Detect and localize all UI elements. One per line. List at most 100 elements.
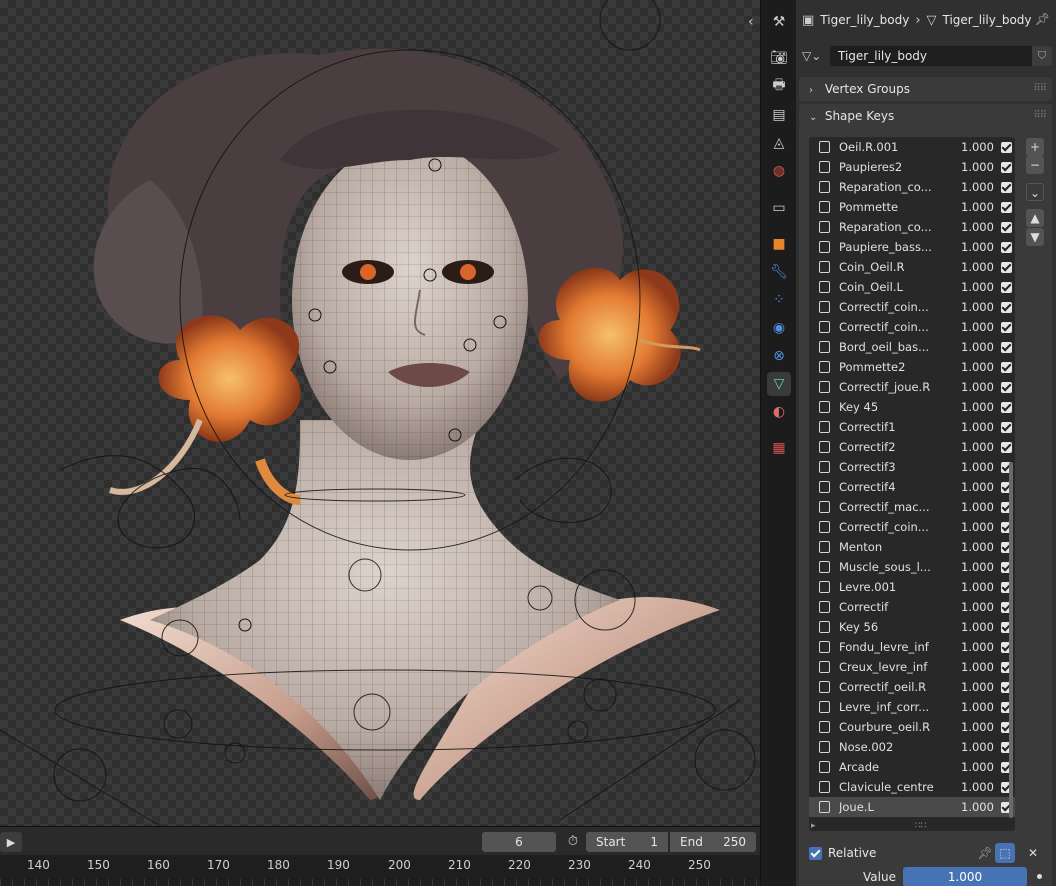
shape-key-name[interactable]: Courbure_oeil.R [839, 720, 949, 734]
shape-key-name[interactable]: Correctif_joue.R [839, 380, 949, 394]
shape-keys-panel-header[interactable]: ⌄ Shape Keys ⠿⠿ [799, 104, 1052, 128]
mute-checkbox[interactable] [1001, 201, 1012, 213]
shape-key-row[interactable]: Levre.001 1.000 [809, 577, 1015, 597]
keyframe-dot-icon[interactable] [1037, 874, 1042, 879]
material-tab-icon[interactable]: ◐ [767, 400, 791, 424]
list-scrollbar[interactable] [1009, 462, 1013, 818]
world-tab-icon[interactable]: ◍ [767, 159, 791, 183]
collection-tab-icon[interactable]: ▭ [767, 196, 791, 220]
shape-key-value[interactable]: 1.000 [949, 320, 1001, 334]
shape-key-name[interactable]: Clavicule_centre [839, 780, 949, 794]
shape-key-value[interactable]: 1.000 [949, 140, 1001, 154]
shape-key-value[interactable]: 1.000 [949, 400, 1001, 414]
shape-key-name[interactable]: Nose.002 [839, 740, 949, 754]
shape-key-row[interactable]: Reparation_co... 1.000 [809, 177, 1015, 197]
3d-viewport[interactable]: ‹ [0, 0, 760, 826]
shape-key-row[interactable]: Reparation_co... 1.000 [809, 217, 1015, 237]
value-slider[interactable]: 1.000 [903, 867, 1027, 886]
shape-key-row[interactable]: Key 45 1.000 [809, 397, 1015, 417]
shape-key-row[interactable]: Paupiere_bass... 1.000 [809, 237, 1015, 257]
shape-key-name[interactable]: Creux_levre_inf [839, 660, 949, 674]
clear-weights-icon[interactable]: ✕ [1023, 843, 1043, 863]
shape-key-value[interactable]: 1.000 [949, 500, 1001, 514]
shape-key-list[interactable]: Oeil.R.001 1.000 Paupieres2 1.000 Reparation… [809, 137, 1015, 831]
shape-key-row[interactable]: Correctif_coin... 1.000 [809, 517, 1015, 537]
specials-menu-button[interactable]: ⌄ [1026, 183, 1044, 201]
tool-tab-icon[interactable]: ⚒ [767, 10, 791, 34]
mute-checkbox[interactable] [1001, 381, 1012, 393]
shape-key-row[interactable]: Pommette2 1.000 [809, 357, 1015, 377]
shape-key-value[interactable]: 1.000 [949, 200, 1001, 214]
shape-key-row[interactable]: Correctif1 1.000 [809, 417, 1015, 437]
shape-key-value[interactable]: 1.000 [949, 680, 1001, 694]
shape-key-value[interactable]: 1.000 [949, 780, 1001, 794]
shape-key-value[interactable]: 1.000 [949, 240, 1001, 254]
shape-key-value[interactable]: 1.000 [949, 520, 1001, 534]
mute-checkbox[interactable] [1001, 181, 1012, 193]
shape-key-name[interactable]: Arcade [839, 760, 949, 774]
shape-key-row[interactable]: Oeil.R.001 1.000 [809, 137, 1015, 157]
shape-key-row[interactable]: Correctif 1.000 [809, 597, 1015, 617]
shape-key-value[interactable]: 1.000 [949, 620, 1001, 634]
shape-key-row[interactable]: Paupieres2 1.000 [809, 157, 1015, 177]
shape-key-name[interactable]: Muscle_sous_l... [839, 560, 949, 574]
resize-dots-icon[interactable]: ∷∷ [915, 821, 926, 831]
end-frame-field[interactable]: End 250 [670, 832, 756, 852]
shape-key-row[interactable]: Correctif_coin... 1.000 [809, 297, 1015, 317]
shape-key-name[interactable]: Correctif_coin... [839, 520, 949, 534]
shape-key-row[interactable]: Correctif_coin... 1.000 [809, 317, 1015, 337]
frame-ruler[interactable]: 140 150 160 170 180 190 200 210 220 230 … [0, 855, 760, 886]
mute-checkbox[interactable] [1001, 421, 1012, 433]
mute-checkbox[interactable] [1001, 161, 1012, 173]
mute-checkbox[interactable] [1001, 221, 1012, 233]
shape-key-value[interactable]: 1.000 [949, 300, 1001, 314]
shape-key-row[interactable]: Correctif_mac... 1.000 [809, 497, 1015, 517]
shape-key-value[interactable]: 1.000 [949, 640, 1001, 654]
shape-key-value[interactable]: 1.000 [949, 660, 1001, 674]
shape-key-row[interactable]: Coin_Oeil.L 1.000 [809, 277, 1015, 297]
shape-key-value[interactable]: 1.000 [949, 600, 1001, 614]
shape-key-name[interactable]: Joue.L [839, 800, 949, 814]
shape-key-row[interactable]: Creux_levre_inf 1.000 [809, 657, 1015, 677]
output-tab-icon[interactable]: 🖶 [767, 74, 791, 98]
shape-key-name[interactable]: Bord_oeil_bas... [839, 340, 949, 354]
shape-key-name[interactable]: Key 45 [839, 400, 949, 414]
texture-tab-icon[interactable]: ▦ [767, 436, 791, 460]
shape-key-name[interactable]: Correctif4 [839, 480, 949, 494]
mute-checkbox[interactable] [1001, 341, 1012, 353]
render-tab-icon[interactable]: 📷︎ [767, 46, 791, 70]
shape-key-row[interactable]: Correctif4 1.000 [809, 477, 1015, 497]
move-up-button[interactable]: ▲ [1026, 209, 1044, 227]
shape-key-row[interactable]: Pommette 1.000 [809, 197, 1015, 217]
shape-key-row[interactable]: Nose.002 1.000 [809, 737, 1015, 757]
shape-key-value[interactable]: 1.000 [949, 740, 1001, 754]
mesh-name-field[interactable]: Tiger_lily_body [830, 46, 1032, 66]
shape-key-value[interactable]: 1.000 [949, 280, 1001, 294]
shape-key-value[interactable]: 1.000 [949, 220, 1001, 234]
mute-checkbox[interactable] [1001, 261, 1012, 273]
shape-key-name[interactable]: Levre_inf_corr... [839, 700, 949, 714]
object-tab-icon[interactable]: ■ [767, 232, 791, 256]
mute-checkbox[interactable] [1001, 241, 1012, 253]
mute-checkbox[interactable] [1001, 281, 1012, 293]
shape-key-row[interactable]: Correctif_joue.R 1.000 [809, 377, 1015, 397]
shape-key-name[interactable]: Oeil.R.001 [839, 140, 949, 154]
triangle-right-icon[interactable]: ▸ [811, 821, 816, 831]
pin-icon[interactable]: 📌︎ [1035, 12, 1050, 26]
mute-checkbox[interactable] [1001, 401, 1012, 413]
mute-checkbox[interactable] [1001, 441, 1012, 453]
shape-key-value[interactable]: 1.000 [949, 540, 1001, 554]
relative-checkbox[interactable] [809, 846, 822, 860]
shape-key-name[interactable]: Correctif3 [839, 460, 949, 474]
shape-key-row[interactable]: Correctif_oeil.R 1.000 [809, 677, 1015, 697]
shape-key-row[interactable]: Bord_oeil_bas... 1.000 [809, 337, 1015, 357]
shape-key-row[interactable]: Arcade 1.000 [809, 757, 1015, 777]
shape-key-name[interactable]: Coin_Oeil.L [839, 280, 949, 294]
shape-key-name[interactable]: Paupiere_bass... [839, 240, 949, 254]
shape-key-value[interactable]: 1.000 [949, 380, 1001, 394]
shape-key-name[interactable]: Coin_Oeil.R [839, 260, 949, 274]
shape-key-value[interactable]: 1.000 [949, 580, 1001, 594]
shape-key-name[interactable]: Correctif1 [839, 420, 949, 434]
fake-user-shield-icon[interactable]: ⛉ [1032, 46, 1052, 66]
shape-key-name[interactable]: Key 56 [839, 620, 949, 634]
